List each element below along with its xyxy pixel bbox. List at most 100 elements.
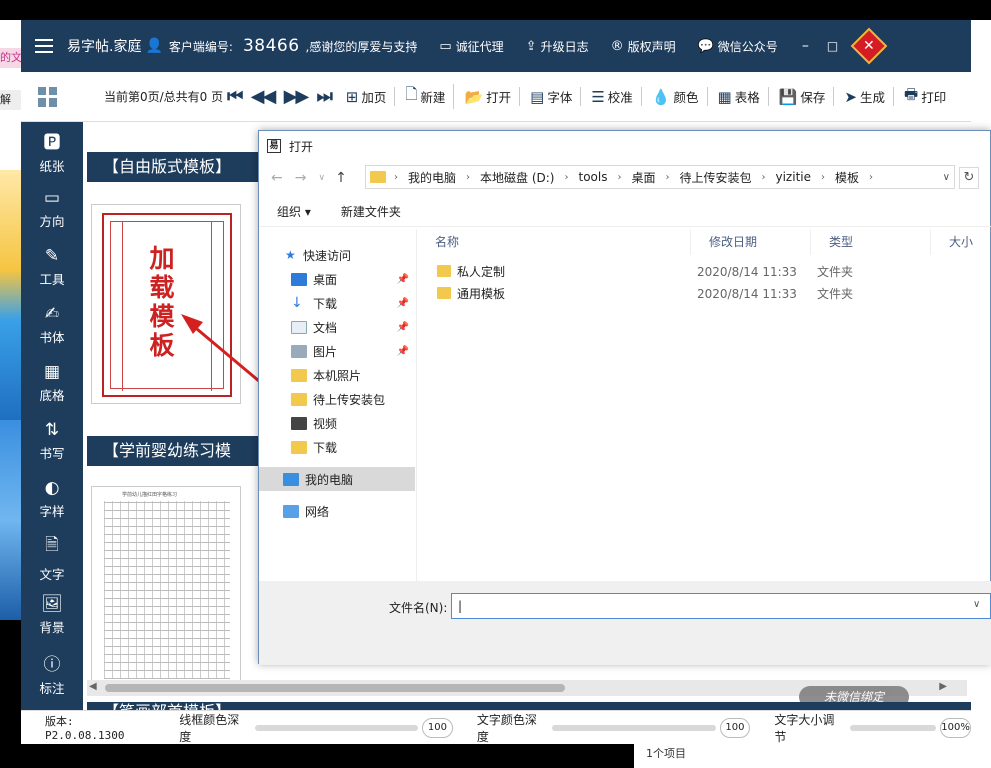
agent-button[interactable]: ▭ 诚征代理 [439,38,503,55]
open-button[interactable]: 📂 打开 [464,87,521,106]
pin-icon[interactable]: 📌 [397,274,409,285]
update-log-button[interactable]: ⇪ 升级日志 [526,38,589,55]
text-depth-label: 文字颜色深度 [476,712,537,744]
column-header-size[interactable]: 大小 [931,229,991,255]
text-depth-value[interactable]: 100 [719,717,751,738]
text-size-slider[interactable] [849,724,937,731]
new-folder-button[interactable]: 新建文件夹 [341,203,401,220]
nav-item-quick-access[interactable]: ★ 快速访问 [259,243,415,267]
nav-item-downloads[interactable]: ↓ 下载 📌 [259,291,415,315]
filename-dropdown-icon[interactable]: ∨ [973,599,980,610]
pin-icon[interactable]: 📌 [397,346,409,357]
background-button[interactable]: 解 [0,90,22,110]
droplet-icon: 💧 [651,87,671,106]
breadcrumb-item[interactable]: yizitie [776,170,812,184]
load-template-text: 加载模板 [146,245,175,361]
table-button[interactable]: ▦ 表格 [718,87,769,106]
wechat-button[interactable]: 💬 微信公众号 [698,38,778,55]
maximize-button[interactable]: □ [827,39,838,53]
organize-button[interactable]: 组织 ▾ [277,203,311,220]
sidebar-item-style[interactable]: ◐ 字样 [21,470,83,528]
dialog-title: 打开 [289,139,314,154]
print-button[interactable]: 🖶 打印 [904,84,954,109]
breadcrumb-item[interactable]: 本地磁盘 (D:) [480,169,554,186]
nav-item-network[interactable]: 网络 [259,499,415,523]
next-page-button[interactable]: ▶▶ [284,86,310,107]
sidebar-item-annotate[interactable]: ⓘ 标注 [21,644,83,702]
back-arrow-icon[interactable]: ← [271,170,283,186]
nav-item-videos[interactable]: 视频 [259,411,415,435]
nav-item-documents[interactable]: 文档 📌 [259,315,415,339]
sidebar-item-orientation[interactable]: ▭ 方向 [21,180,83,238]
breadcrumb-item[interactable]: 待上传安装包 [679,169,751,186]
section-title-free: 【自由版式模板】 [87,152,262,182]
pin-icon[interactable]: 📌 [397,298,409,309]
add-page-button[interactable]: ⊞ 加页 [346,87,396,106]
address-bar[interactable]: › 我的电脑 › 本地磁盘 (D:) › tools › 桌面 › 待上传安装包 › yi… [365,165,955,189]
frame-depth-value[interactable]: 100 [421,717,453,738]
file-row[interactable]: 通用模板 2020/8/14 11:33 文件夹 [417,283,991,305]
command-bar: 组织 ▾ 新建文件夹 [259,197,991,227]
sidebar-item-tools[interactable]: ✎ 工具 [21,238,83,296]
text-depth-slider[interactable] [552,724,716,731]
nav-item-upload-packages[interactable]: 待上传安装包 [259,387,415,411]
forward-arrow-icon[interactable]: → [295,170,307,186]
word-icon: 🗎 [45,534,59,555]
background-item-count: 1个项目 [634,744,991,768]
template-thumb-preschool[interactable]: 学前幼儿描红田字格练习 [91,486,241,688]
breadcrumb-item[interactable]: 我的电脑 [408,169,456,186]
card-icon: ▭ [439,38,452,54]
breadcrumb-separator-icon[interactable]: › [394,172,398,183]
file-row[interactable]: 私人定制 2020/8/14 11:33 文件夹 [417,261,991,283]
prev-page-button[interactable]: ◀◀ [251,86,277,107]
practice-grid [104,501,230,679]
menu-icon[interactable] [35,39,53,53]
script-icon: ✍ [44,304,60,324]
sidebar-item-script[interactable]: ✍ 书体 [21,296,83,354]
generate-button[interactable]: ➤ 生成 [844,87,895,106]
column-header-type[interactable]: 类型 [811,229,931,255]
folder-icon [437,265,451,277]
nav-item-photos[interactable]: 本机照片 [259,363,415,387]
close-logo-button[interactable]: ✕ [850,27,888,65]
scrollbar-thumb[interactable] [105,684,565,692]
up-arrow-icon[interactable]: ↑ [335,170,347,186]
copyright-button[interactable]: ® 版权声明 [611,38,676,55]
column-header-name[interactable]: 名称 [417,229,691,255]
filename-input[interactable]: | [451,593,991,619]
sidebar-item-paper[interactable]: 🅿 纸张 [21,122,83,180]
refresh-icon[interactable]: ↻ [959,167,979,189]
address-dropdown-icon[interactable]: ∨ [943,172,950,183]
minimize-button[interactable]: – [802,38,809,54]
text-size-value[interactable]: 100% [940,717,971,738]
folder-icon [291,368,307,382]
nav-item-pictures[interactable]: 图片 📌 [259,339,415,363]
sidebar-item-text[interactable]: 🗎 文字 [21,528,83,586]
nav-item-my-computer[interactable]: 我的电脑 [259,467,415,491]
sidebar-item-background[interactable]: 🖼 背景 [21,586,83,644]
nav-item-downloads-folder[interactable]: 下载 [259,435,415,459]
first-page-button[interactable]: ⏮ [227,86,243,107]
breadcrumb-item[interactable]: tools [578,170,607,184]
scroll-right-icon[interactable]: ▶ [939,681,947,692]
background-image-2 [0,420,22,620]
info-icon: ⓘ [43,654,61,675]
new-button[interactable]: 🗋 新建 [405,84,455,109]
calibrate-button[interactable]: ☰ 校准 [591,87,642,106]
nav-item-desktop[interactable]: 桌面 📌 [259,267,415,291]
color-button[interactable]: 💧 颜色 [652,87,708,106]
breadcrumb-item[interactable]: 桌面 [631,169,655,186]
recent-dropdown-icon[interactable]: ∨ [318,173,325,183]
frame-depth-slider[interactable] [254,724,418,731]
save-button[interactable]: 💾 保存 [779,87,835,106]
last-page-button[interactable]: ⏭ [317,86,333,107]
desktop-icon [291,272,307,286]
sidebar-item-grid[interactable]: ▦ 底格 [21,354,83,412]
scroll-left-icon[interactable]: ◀ [89,681,97,692]
layout-grid-icon[interactable] [38,86,58,107]
sidebar-item-writing[interactable]: ⇅ 书写 [21,412,83,470]
breadcrumb-item[interactable]: 模板 [835,169,859,186]
pin-icon[interactable]: 📌 [397,322,409,333]
font-button[interactable]: ▤ 字体 [530,87,582,106]
column-header-date[interactable]: 修改日期 [691,229,811,255]
